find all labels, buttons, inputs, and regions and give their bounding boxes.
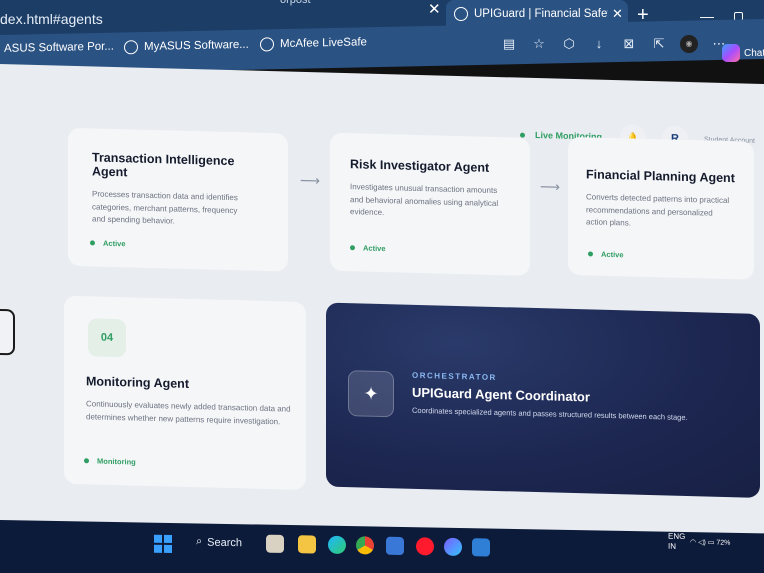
status-label: Active <box>363 243 386 254</box>
agent-number-badge: 04 <box>88 318 126 358</box>
status-label: Active <box>601 249 624 260</box>
agent-card-risk-investigator[interactable]: Risk Investigator Agent Investigates unu… <box>330 132 530 276</box>
agent-status: Active <box>588 249 624 259</box>
lang-label: ENG <box>668 531 686 541</box>
browser-toolbar: ▤ ☆ ⬡ ↓ ⊠ ⇱ ◉ ⋯ <box>500 34 728 54</box>
orchestrator-title: UPIGuard Agent Coordinator <box>412 384 590 405</box>
battery-icon: ▭ <box>707 539 715 547</box>
app-icon[interactable] <box>444 537 462 557</box>
orchestrator-description: Coordinates specialized agents and passe… <box>412 405 688 423</box>
close-tab-icon[interactable]: ✕ <box>612 6 623 22</box>
orchestrator-card[interactable]: ✦ ORCHESTRATOR UPIGuard Agent Coordinato… <box>326 302 760 498</box>
bookmark-asus[interactable]: ASUS Software Por... <box>4 41 114 55</box>
globe-icon <box>454 7 468 21</box>
close-previous-tab-icon[interactable]: ✕ <box>428 0 441 18</box>
status-dot-icon <box>84 458 89 464</box>
favorite-star-icon[interactable]: ☆ <box>530 35 548 53</box>
search-icon: ⌕ <box>196 535 203 548</box>
battery-level: 72% <box>716 539 731 547</box>
bookmark-label: MyASUS Software... <box>144 38 249 53</box>
agent-card-financial-planning[interactable]: Financial Planning Agent Converts detect… <box>568 136 754 280</box>
status-dot-icon <box>90 240 95 246</box>
wifi-icon: ◠ <box>690 539 697 547</box>
agent-title: Transaction Intelligence Agent <box>92 150 235 180</box>
globe-icon <box>260 37 274 52</box>
status-dot-icon <box>588 251 593 257</box>
vscode-icon[interactable] <box>472 538 490 557</box>
previous-tab-title[interactable]: orpost <box>280 0 311 6</box>
status-dot-icon <box>350 245 355 251</box>
agent-title: Financial Planning Agent <box>586 167 735 186</box>
reading-view-icon[interactable]: ▤ <box>500 35 518 53</box>
edge-browser-icon[interactable] <box>328 535 346 555</box>
orchestrator-tag: ORCHESTRATOR <box>412 370 497 383</box>
agent-description: Processes transaction data and identifie… <box>92 189 238 226</box>
volume-icon: ◁) <box>698 539 706 547</box>
agent-description: Investigates unusual transaction amounts… <box>350 182 499 218</box>
agent-description: Converts detected patterns into practica… <box>586 192 730 228</box>
screenshot-icon[interactable]: ⊠ <box>620 35 638 53</box>
share-icon[interactable]: ⇱ <box>650 35 668 53</box>
agent-status: Monitoring <box>84 456 136 467</box>
copilot-icon[interactable] <box>722 44 740 62</box>
bookmark-myasus[interactable]: MyASUS Software... <box>124 38 249 55</box>
chrome-browser-icon[interactable] <box>356 536 374 555</box>
globe-icon <box>124 40 138 55</box>
agent-description: Continuously evaluates newly added trans… <box>86 399 291 426</box>
status-label: Active <box>103 238 126 249</box>
flow-arrow-icon: ⟶ <box>540 178 561 195</box>
bookmark-mcafee[interactable]: McAfee LiveSafe <box>260 35 367 52</box>
system-tray[interactable]: ◠ ◁) ▭ 72% <box>690 538 730 547</box>
chat-label[interactable]: Chat <box>744 48 764 59</box>
language-indicator[interactable]: ENG IN <box>668 532 685 552</box>
sparkle-icon: ✦ <box>348 370 394 418</box>
app-icon[interactable] <box>386 536 404 556</box>
search-label: Search <box>207 536 243 549</box>
agent-title: Monitoring Agent <box>86 374 189 391</box>
agent-status: Active <box>90 238 126 248</box>
region-label: IN <box>668 541 676 551</box>
live-dot-icon <box>520 132 525 138</box>
agent-status: Active <box>350 243 386 253</box>
page-content: Live Monitoring 🔔 R Student Account Tran… <box>0 64 764 547</box>
flow-arrow-icon: ⟶ <box>300 171 321 189</box>
agent-card-monitoring[interactable]: 04 Monitoring Agent Continuously evaluat… <box>64 295 306 491</box>
profile-avatar[interactable]: ◉ <box>680 35 698 53</box>
extensions-icon[interactable]: ⬡ <box>560 35 578 53</box>
agent-card-transaction-intelligence[interactable]: Transaction Intelligence Agent Processes… <box>68 127 288 272</box>
agent-title: Risk Investigator Agent <box>350 157 490 175</box>
file-explorer-icon[interactable] <box>298 535 316 554</box>
active-tab-title: UPIGuard | Financial Safety Agents <box>474 8 608 20</box>
side-panel-handle[interactable] <box>0 308 15 356</box>
bookmark-label: ASUS Software Por... <box>4 40 114 55</box>
bookmark-label: McAfee LiveSafe <box>280 36 367 51</box>
opera-browser-icon[interactable] <box>416 537 434 556</box>
taskbar-search[interactable]: ⌕ Search <box>196 535 242 549</box>
status-label: Monitoring <box>97 456 136 467</box>
calendar-app-icon[interactable] <box>266 534 284 553</box>
downloads-icon[interactable]: ↓ <box>590 35 608 53</box>
windows-start-icon[interactable] <box>154 534 172 554</box>
address-bar-text[interactable]: dex.html#agents <box>0 11 103 27</box>
